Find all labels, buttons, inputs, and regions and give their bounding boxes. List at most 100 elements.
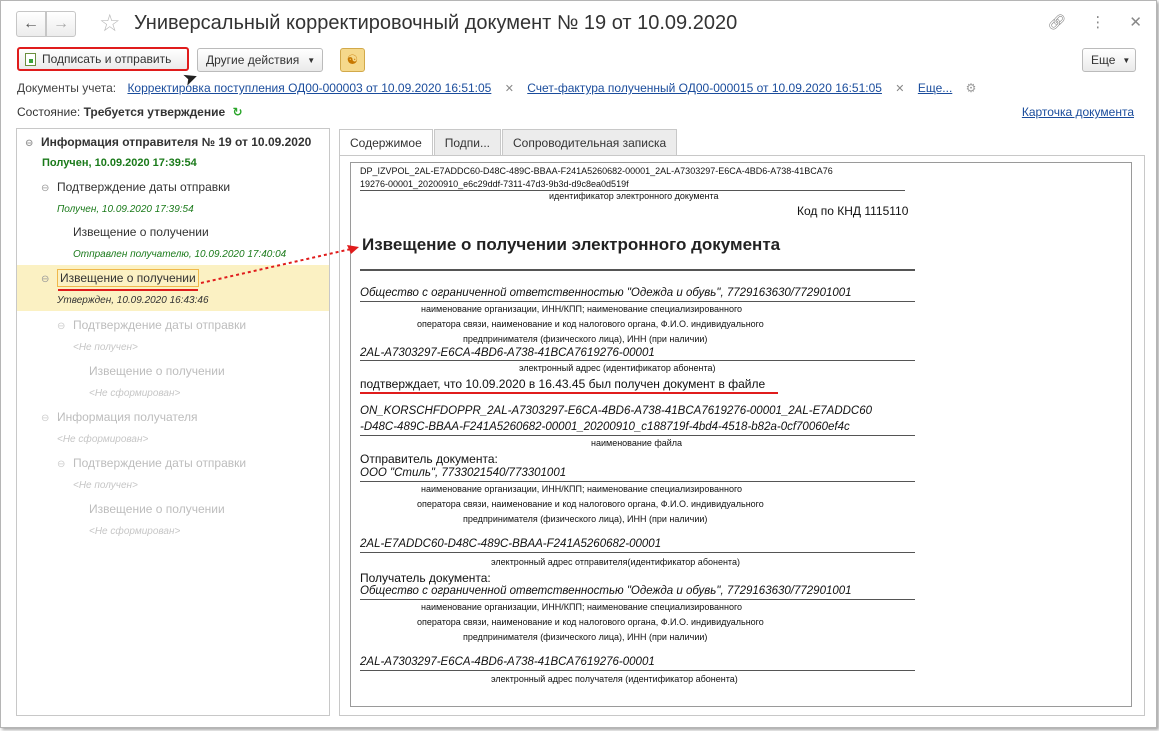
knd-code: Код по КНД 1115110 [797,204,909,218]
receiver-label: Получатель документа: [360,571,491,585]
sender-caption: предпринимателя (физического лица), ИНН … [463,514,708,524]
correction-receipt-link[interactable]: Корректировка поступления ОД00-000003 от… [127,81,491,95]
remove-link-icon[interactable]: ✕ [895,83,904,95]
receiver-caption: предпринимателя (физического лица), ИНН … [463,632,708,642]
tree-node-status: <Не сформирован> [89,526,181,537]
divider [360,269,915,271]
arrow-right-icon: → [53,15,69,32]
file-id-caption: идентификатор электронного документа [549,191,719,201]
org-address: 2AL-A7303297-E6CA-4BD6-A738-41BCA7619276… [360,347,655,359]
divider [360,360,915,361]
forward-button[interactable]: → [46,11,76,37]
divider [360,599,915,600]
state-label: Состояние: [17,105,81,119]
tree-node-receipt-notice[interactable]: Извещение о получении [89,502,225,516]
tab-content[interactable]: Содержимое [339,129,433,156]
document-window: ← → ☆ Универсальный корректировочный док… [0,0,1157,728]
window-title: Универсальный корректировочный документ … [134,12,738,34]
collapse-icon[interactable]: ⊖ [41,183,51,194]
divider [360,481,915,482]
sender-address: 2AL-E7ADDC60-D48C-489C-BBAA-F241A5260682… [360,538,662,550]
org-caption: предпринимателя (физического лица), ИНН … [463,334,708,344]
more-label: Еще [1091,53,1116,67]
tree-node-status: <Не получен> [73,480,138,491]
org-caption: наименование организации, ИНН/КПП; наиме… [421,304,743,314]
org-caption: оператора связи, наименование и код нало… [417,319,764,329]
receiver-caption: оператора связи, наименование и код нало… [417,617,764,627]
tab-content-panel: DP_IZVPOL_2AL-E7ADDC60-D48C-489C-BBAA-F2… [339,155,1145,716]
gear-icon[interactable]: ⚙ [966,81,977,95]
org-structure-button[interactable]: ☯ [340,48,365,72]
file-name: ON_KORSCHFDOPPR_2AL-A7303297-E6CA-4BD6-A… [360,405,873,417]
window-controls: 🔗︎ ⋮ ✕ [1047,13,1142,31]
document-card-link[interactable]: Карточка документа [1022,105,1134,119]
sender-name: ООО "Стиль", 7733021540/773301001 [360,467,567,479]
file-name: -D48C-489C-BBAA-F241A5260682-00001_20200… [360,421,850,433]
file-name-caption: наименование файла [591,438,683,448]
link-icon[interactable]: 🔗︎ [1047,13,1066,31]
document-flow-tree: ⊖ Информация отправителя № 19 от 10.09.20… [16,128,330,716]
document-send-icon [25,52,36,66]
other-actions-button[interactable]: Другие действия ▼ [197,48,323,72]
arrow-left-icon: ← [23,15,39,32]
chevron-down-icon: ▼ [1122,55,1131,65]
divider [360,301,915,302]
tree-node-date-confirmation[interactable]: ⊖ Подтверждение даты отправки [57,456,246,470]
tree-node-status: Отправлен получателю, 10.09.2020 17:40:0… [73,249,287,260]
tree-node-status: Получен, 10.09.2020 17:39:54 [57,204,194,215]
chevron-down-icon: ▼ [307,55,316,65]
collapse-icon[interactable]: ⊖ [41,274,51,285]
content-tabs: Содержимое Подпи... Сопроводительная зап… [339,129,678,156]
sender-label: Отправитель документа: [360,452,498,466]
tree-node-status: <Не получен> [73,342,138,353]
confirmation-underline [360,392,778,394]
accounting-documents-row: Документы учета: Корректировка поступлен… [17,81,976,95]
tab-cover-note[interactable]: Сопроводительная записка [502,129,678,155]
state-value: Требуется утверждение [83,105,226,119]
tree-node-receiver-info[interactable]: ⊖ Информация получателя [41,410,198,424]
star-icon[interactable]: ☆ [99,9,121,38]
collapse-icon[interactable]: ⊖ [57,321,67,332]
file-id-line: 19276-00001_20200910_e6c29ddf-7311-47d3-… [360,179,629,189]
divider [360,552,915,553]
tree-node-date-confirmation[interactable]: ⊖ Подтверждение даты отправки [57,318,246,332]
document-heading: Извещение о получении электронного докум… [362,235,781,254]
address-caption: электронный адрес (идентификатор абонент… [519,363,716,373]
org-name: Общество с ограниченной ответственностью… [360,287,852,299]
state-row: Состояние: Требуется утверждение ↻ [17,105,243,119]
org-structure-icon: ☯ [346,52,359,67]
kebab-menu-icon[interactable]: ⋮ [1090,13,1105,31]
close-icon[interactable]: ✕ [1129,13,1142,31]
sender-caption: оператора связи, наименование и код нало… [417,499,764,509]
tab-signatures[interactable]: Подпи... [433,129,502,155]
remove-link-icon[interactable]: ✕ [505,83,514,95]
collapse-icon[interactable]: ⊖ [57,459,67,470]
tree-node-receipt-notice[interactable]: Извещение о получении [89,364,225,378]
receiver-caption: наименование организации, ИНН/КПП; наиме… [421,602,743,612]
printed-document: DP_IZVPOL_2AL-E7ADDC60-D48C-489C-BBAA-F2… [350,162,1132,707]
confirmation-text: подтверждает, что 10.09.2020 в 16.43.45 … [360,377,766,391]
divider [360,670,915,671]
sender-caption: наименование организации, ИНН/КПП; наиме… [421,484,743,494]
selected-node-underline [58,289,198,291]
tree-node-status: <Не сформирован> [89,388,181,399]
other-actions-label: Другие действия [206,53,300,67]
tree-node-date-confirmation[interactable]: ⊖ Подтверждение даты отправки [41,180,230,194]
tree-node-status: Утвержден, 10.09.2020 16:43:46 [57,295,209,306]
file-id-line: DP_IZVPOL_2AL-E7ADDC60-D48C-489C-BBAA-F2… [360,166,833,176]
collapse-icon[interactable]: ⊖ [25,138,35,149]
more-button[interactable]: Еще ▼ [1082,48,1136,72]
collapse-icon[interactable]: ⊖ [41,413,51,424]
more-documents-link[interactable]: Еще... [918,81,952,95]
tree-node-sender-info[interactable]: ⊖ Информация отправителя № 19 от 10.09.20… [25,135,311,149]
tree-node-receipt-notice[interactable]: Извещение о получении [73,225,209,239]
refresh-icon[interactable]: ↻ [233,105,243,119]
divider [360,435,915,436]
back-button[interactable]: ← [16,11,46,37]
receiver-address: 2AL-A7303297-E6CA-4BD6-A738-41BCA7619276… [360,656,655,668]
invoice-received-link[interactable]: Счет-фактура полученный ОД00-000015 от 1… [527,81,882,95]
sign-and-send-button[interactable]: Подписать и отправить [17,47,189,71]
tree-node-receipt-notice-selected[interactable]: ⊖ Извещение о получении [41,269,199,287]
tree-node-status: <Не сформирован> [57,434,149,445]
sign-and-send-label: Подписать и отправить [42,52,172,66]
